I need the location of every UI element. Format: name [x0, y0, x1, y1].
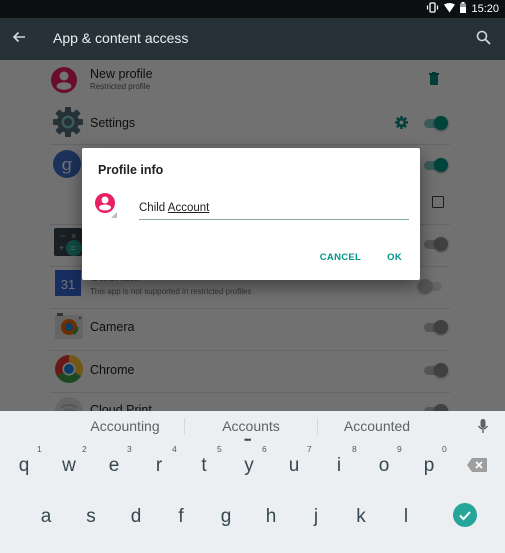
key-label: j	[313, 506, 319, 527]
key-hint: 8	[352, 444, 357, 454]
key-i[interactable]: 8i	[317, 442, 361, 482]
key-q[interactable]: 1q	[2, 442, 46, 482]
key-j[interactable]: j	[294, 496, 338, 536]
key-k[interactable]: k	[339, 496, 383, 536]
key-hint: 6	[262, 444, 267, 454]
key-h[interactable]: h	[249, 496, 293, 536]
checkmark-icon	[459, 511, 471, 521]
key-label: q	[18, 455, 30, 476]
key-r[interactable]: 4r	[137, 442, 181, 482]
key-label: s	[86, 506, 96, 527]
key-label: h	[265, 506, 277, 527]
key-d[interactable]: d	[114, 496, 158, 536]
key-hint: 4	[172, 444, 177, 454]
key-hint: 5	[217, 444, 222, 454]
key-s[interactable]: s	[69, 496, 113, 536]
key-g[interactable]: g	[204, 496, 248, 536]
search-icon[interactable]	[475, 29, 493, 47]
key-label: f	[178, 506, 184, 527]
key-hint: 7	[307, 444, 312, 454]
key-label: r	[155, 455, 163, 476]
key-hint: 0	[442, 444, 447, 454]
key-t[interactable]: 5t	[182, 442, 226, 482]
profile-name-value[interactable]: Child Account	[139, 202, 209, 214]
soft-keyboard: Accounting Accounts ••• Accounted 1q 2w …	[0, 411, 505, 553]
battery-icon	[460, 0, 467, 18]
screen: 15:20 App & content access New profile R…	[0, 0, 505, 553]
key-hint: 3	[127, 444, 132, 454]
wifi-icon	[444, 0, 456, 18]
clock: 15:20	[471, 3, 499, 15]
key-label: i	[336, 455, 342, 476]
key-label: g	[220, 506, 232, 527]
suggestion-1[interactable]: Accounts	[186, 418, 316, 434]
key-a[interactable]: a	[24, 496, 68, 536]
key-p[interactable]: 0p	[407, 442, 451, 482]
status-bar: 15:20	[0, 0, 505, 18]
done-key[interactable]	[453, 503, 477, 527]
ok-button[interactable]: OK	[387, 252, 402, 263]
key-f[interactable]: f	[159, 496, 203, 536]
key-e[interactable]: 3e	[92, 442, 136, 482]
key-label: l	[403, 506, 409, 527]
dialog-title: Profile info	[98, 163, 164, 177]
page-title: App & content access	[53, 30, 189, 46]
microphone-icon[interactable]	[476, 418, 490, 436]
arrow-back-icon[interactable]	[10, 28, 30, 48]
key-hint: 1	[37, 444, 42, 454]
suggestion-0[interactable]: Accounting	[60, 418, 190, 434]
backspace-icon[interactable]	[467, 458, 487, 472]
key-label: a	[40, 506, 52, 527]
cancel-button[interactable]: CANCEL	[320, 252, 361, 263]
app-bar: App & content access	[0, 18, 505, 60]
suggestion-strip: Accounting Accounts ••• Accounted	[0, 411, 505, 445]
key-label: t	[201, 455, 207, 476]
suggestion-2[interactable]: Accounted	[312, 418, 442, 434]
vibrate-icon	[426, 0, 439, 18]
key-l[interactable]: l	[384, 496, 428, 536]
key-label: p	[423, 455, 435, 476]
divider	[184, 418, 185, 435]
profile-avatar-button[interactable]	[94, 192, 118, 220]
key-o[interactable]: 9o	[362, 442, 406, 482]
key-label: u	[288, 455, 300, 476]
key-w[interactable]: 2w	[47, 442, 91, 482]
key-hint: 9	[397, 444, 402, 454]
profile-info-dialog: Profile info Child Account CANCEL OK	[82, 148, 420, 280]
key-u[interactable]: 7u	[272, 442, 316, 482]
key-label: o	[378, 455, 390, 476]
key-hint: 2	[82, 444, 87, 454]
name-text-plain: Child	[139, 202, 168, 214]
key-label: d	[130, 506, 142, 527]
key-label: e	[108, 455, 120, 476]
key-y[interactable]: 6y	[227, 442, 271, 482]
key-label: y	[244, 455, 254, 476]
key-label: k	[356, 506, 366, 527]
key-label: w	[62, 455, 76, 476]
name-text-composing: Account	[167, 202, 210, 214]
